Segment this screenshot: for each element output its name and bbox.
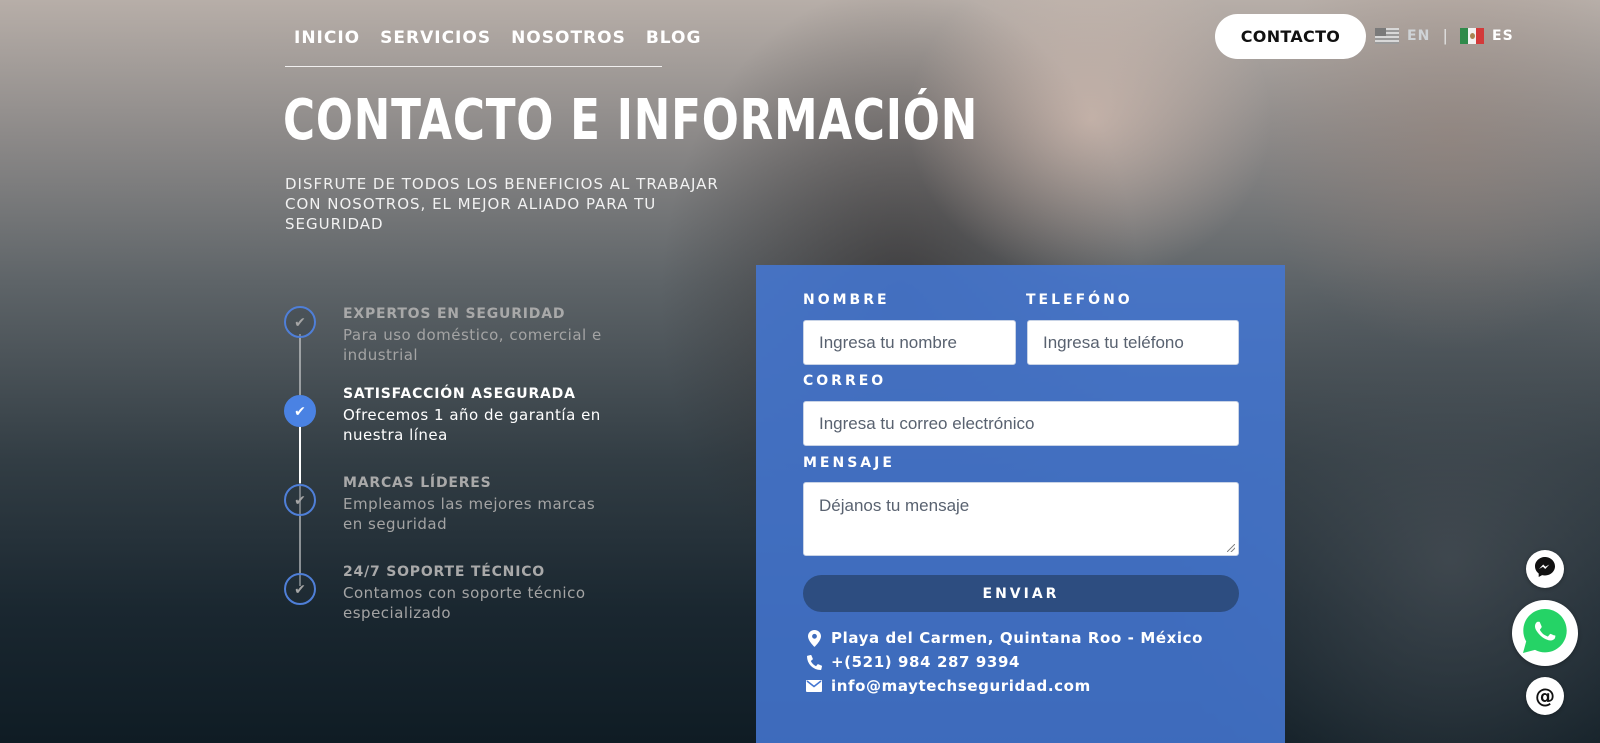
address-text: Playa del Carmen, Quintana Roo - México bbox=[831, 629, 1204, 647]
feature-description: Para uso doméstico, comercial e industri… bbox=[343, 326, 602, 364]
language-en[interactable]: EN bbox=[1375, 28, 1430, 44]
name-input[interactable]: Ingresa tu nombre bbox=[803, 320, 1016, 365]
phone-info[interactable]: +(521) 984 287 9394 bbox=[806, 653, 1020, 671]
contact-button[interactable]: CONTACTO bbox=[1215, 14, 1366, 59]
feature-title: EXPERTOS EN SEGURIDAD bbox=[343, 306, 566, 322]
mx-flag-icon bbox=[1460, 28, 1484, 44]
feature-title: 24/7 SOPORTE TÉCNICO bbox=[343, 564, 545, 580]
submit-button[interactable]: ENVIAR bbox=[803, 575, 1239, 612]
email-label: CORREO bbox=[803, 373, 887, 389]
check-icon: ✔ bbox=[284, 484, 316, 516]
message-label: MENSAJE bbox=[803, 455, 895, 471]
nav-item-inicio[interactable]: INICIO bbox=[294, 28, 360, 48]
check-icon: ✔ bbox=[284, 395, 316, 427]
email-float-button[interactable]: @ bbox=[1526, 677, 1564, 715]
feature-description: Contamos con soporte técnico especializa… bbox=[343, 584, 586, 622]
nav-item-servicios[interactable]: SERVICIOS bbox=[380, 28, 491, 48]
message-placeholder: Déjanos tu mensaje bbox=[819, 496, 970, 515]
contact-form: NOMBRE TELEFÓNO Ingresa tu nombre Ingres… bbox=[756, 265, 1285, 743]
phone-text: +(521) 984 287 9394 bbox=[831, 653, 1021, 671]
phone-label: TELEFÓNO bbox=[1026, 292, 1133, 308]
nav-item-nosotros[interactable]: NOSOTROS bbox=[511, 28, 626, 48]
feature-title: MARCAS LÍDERES bbox=[343, 475, 492, 491]
email-input[interactable]: Ingresa tu correo electrónico bbox=[803, 401, 1239, 446]
at-sign-icon: @ bbox=[1535, 684, 1555, 708]
messenger-button[interactable] bbox=[1526, 550, 1564, 588]
language-en-label: EN bbox=[1407, 28, 1431, 44]
name-label: NOMBRE bbox=[803, 292, 890, 308]
phone-input[interactable]: Ingresa tu teléfono bbox=[1027, 320, 1239, 365]
email-text: info@maytechseguridad.com bbox=[831, 677, 1091, 695]
location-pin-icon bbox=[806, 629, 822, 647]
message-textarea[interactable]: Déjanos tu mensaje bbox=[803, 482, 1239, 556]
language-es[interactable]: ES bbox=[1460, 28, 1514, 44]
address-info: Playa del Carmen, Quintana Roo - México bbox=[806, 629, 1203, 647]
timeline-line-active bbox=[299, 425, 301, 483]
feature-description: Empleamos las mejores marcas en segurida… bbox=[343, 495, 596, 533]
us-flag-icon bbox=[1375, 28, 1399, 44]
main-nav: INICIO SERVICIOS NOSOTROS BLOG bbox=[285, 28, 700, 67]
language-separator: | bbox=[1443, 26, 1448, 45]
envelope-icon bbox=[806, 680, 822, 692]
feature-title: SATISFACCIÓN ASEGURADA bbox=[343, 386, 576, 402]
check-icon: ✔ bbox=[284, 306, 316, 338]
whatsapp-button[interactable] bbox=[1512, 600, 1578, 666]
phone-icon bbox=[806, 654, 822, 670]
feature-description: Ofrecemos 1 año de garantía en nuestra l… bbox=[343, 406, 601, 444]
whatsapp-icon bbox=[1520, 606, 1570, 661]
resize-handle-icon[interactable] bbox=[1227, 544, 1235, 552]
page-title: CONTACTO E INFORMACIÓN bbox=[283, 88, 979, 153]
page-subtitle: DISFRUTE DE TODOS LOS BENEFICIOS AL TRAB… bbox=[285, 175, 719, 233]
check-icon: ✔ bbox=[284, 573, 316, 605]
messenger-icon bbox=[1534, 556, 1556, 583]
nav-item-blog[interactable]: BLOG bbox=[646, 28, 702, 48]
language-es-label: ES bbox=[1492, 28, 1514, 44]
email-info[interactable]: info@maytechseguridad.com bbox=[806, 677, 1091, 695]
